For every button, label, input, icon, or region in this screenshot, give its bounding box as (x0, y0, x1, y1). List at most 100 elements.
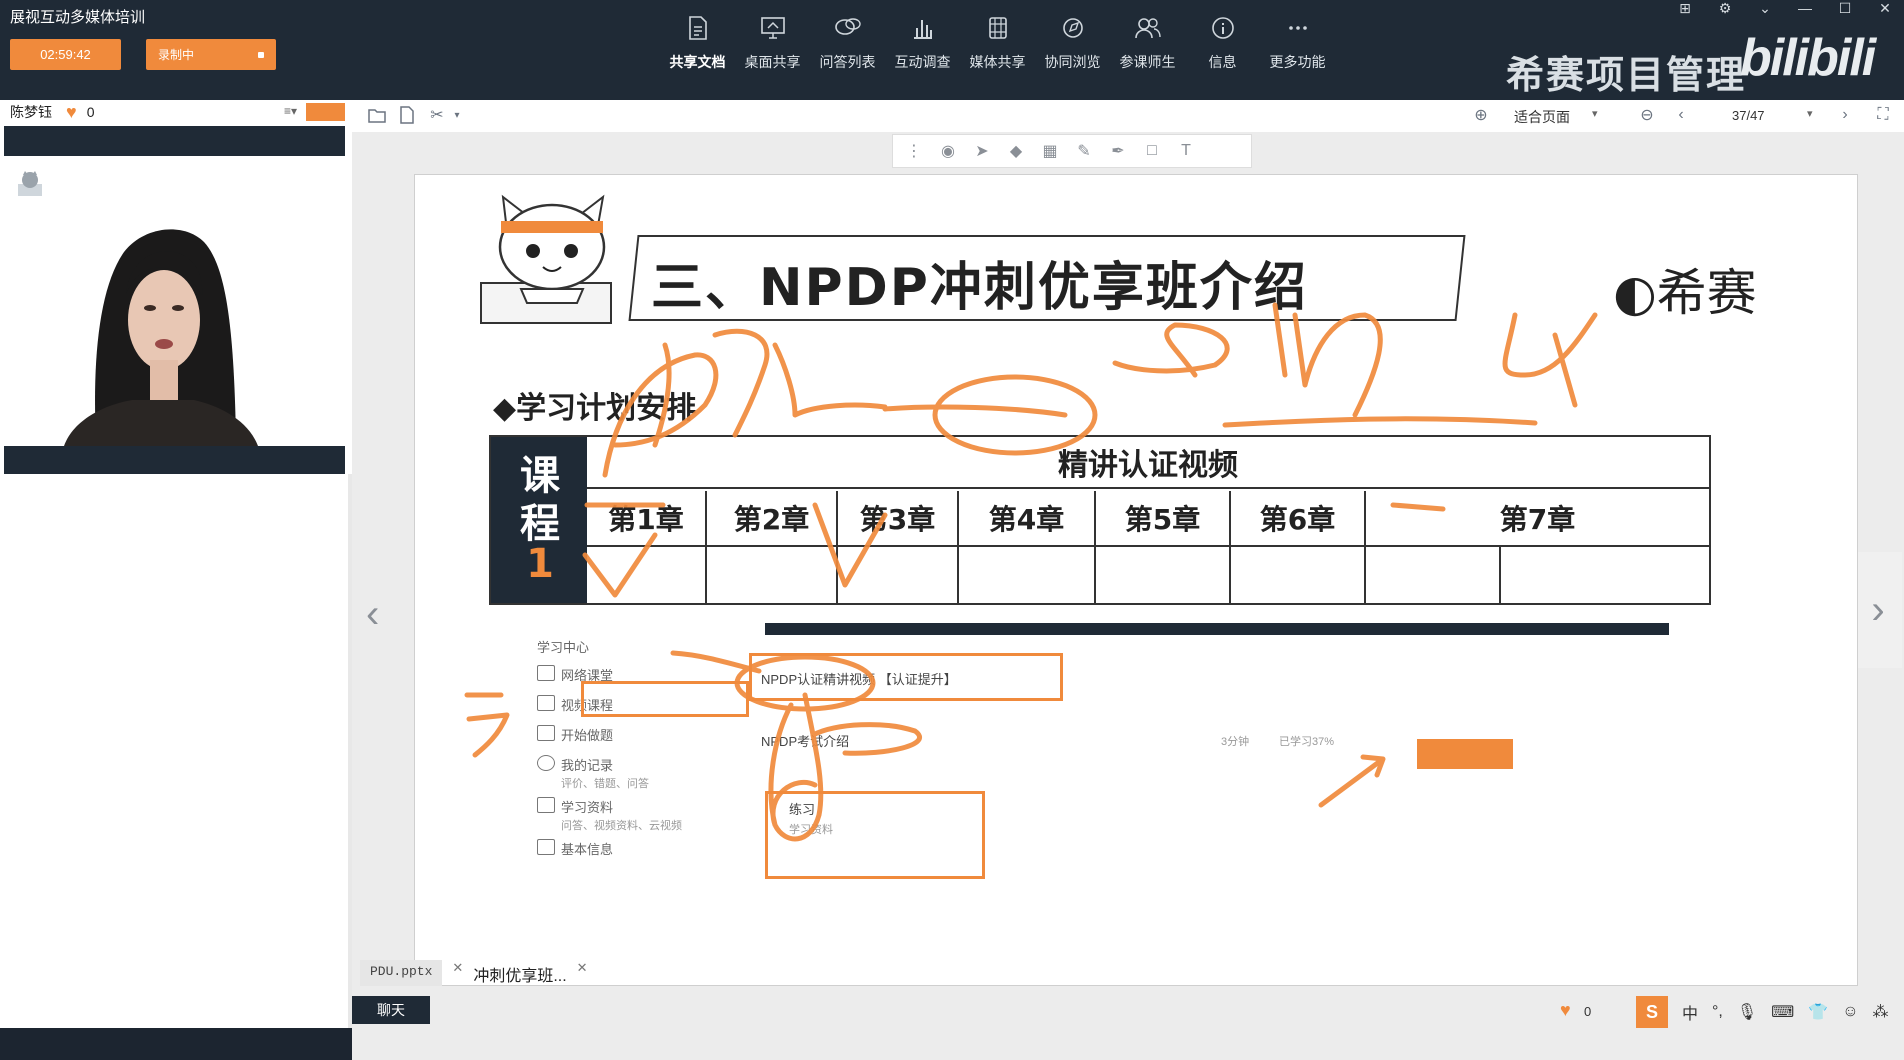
eraser-icon[interactable]: ◆ (1005, 140, 1027, 162)
course-table: 课 程 1 精讲认证视频 第1章 第2章 第3章 第4章 第5章 第6章 第7章 (489, 435, 1711, 605)
toolbar-label: 更多功能 (1269, 54, 1326, 70)
table-cell (587, 547, 707, 603)
menu-icon[interactable]: ≡▾ (284, 104, 297, 118)
toolbar-participants[interactable]: 参课师生 (1110, 14, 1185, 80)
minimize-icon[interactable]: — (1794, 0, 1816, 18)
qa-icon (834, 14, 862, 42)
chapter-cell: 第6章 (1231, 491, 1366, 547)
punctuation-icon[interactable]: °, (1712, 1003, 1723, 1021)
toolbar-survey[interactable]: 互动调查 (885, 14, 960, 80)
toolbar-co-browse[interactable]: 协同浏览 (1035, 14, 1110, 80)
toolbar-desktop-share[interactable]: 桌面共享 (735, 14, 810, 80)
stop-icon (258, 51, 264, 58)
embed-menu-sub: 问答、视频资料、云视频 (561, 820, 682, 832)
rectangle-icon[interactable]: □ (1141, 140, 1163, 162)
status-badge[interactable] (306, 103, 345, 121)
file-tabs: PDU.pptx ✕ 冲刺优享班... ✕ (360, 960, 588, 986)
table-cell (838, 547, 959, 603)
file-icon[interactable] (396, 104, 418, 126)
toolbar-label: 信息 (1208, 54, 1237, 70)
chapter-cell: 第5章 (1096, 491, 1231, 547)
record-button[interactable]: 录制中 (146, 39, 276, 70)
prev-slide-arrow[interactable]: ‹ (366, 592, 379, 637)
toolbar-more[interactable]: 更多功能 (1260, 14, 1335, 80)
fit-page-select[interactable]: 适合页面 (1514, 107, 1570, 127)
document-icon (684, 14, 712, 42)
toolbar-info[interactable]: 信息 (1185, 14, 1260, 80)
toolbar-label: 互动调查 (894, 54, 951, 70)
drag-handle-icon[interactable]: ⋮ (903, 140, 925, 162)
watermark-text: 希赛项目管理 (1506, 55, 1747, 97)
highlighter-icon[interactable]: ✎ (1073, 140, 1095, 162)
prev-page-icon[interactable]: ‹ (1670, 104, 1692, 126)
info-icon (1209, 14, 1237, 42)
skin-icon[interactable]: 👕 (1808, 1002, 1828, 1022)
cat-mascot-icon (16, 170, 44, 198)
toolbar-share-document[interactable]: 共享文档 (660, 14, 735, 80)
chapter-cell: 第2章 (707, 491, 838, 547)
scissors-icon[interactable]: ✂ (426, 104, 448, 126)
heart-icon[interactable]: ♥ (1560, 1000, 1571, 1021)
fullscreen-icon[interactable]: ⛶ (1872, 104, 1894, 126)
sogou-ime-icon[interactable]: S (1636, 996, 1668, 1028)
survey-icon (909, 14, 937, 42)
table-cell (1231, 547, 1366, 603)
ime-mode[interactable]: 中 (1682, 1000, 1698, 1024)
heart-icon[interactable]: ♥ (66, 102, 77, 123)
presenter-video (4, 156, 345, 446)
maximize-icon[interactable]: ☐ (1834, 0, 1856, 18)
apps-icon[interactable]: ⁂ (1873, 1002, 1889, 1022)
gear-icon[interactable]: ⚙ (1714, 0, 1736, 18)
presenter-name: 陈梦钰 (10, 104, 52, 120)
microphone-icon[interactable]: 🎙 (1737, 1002, 1757, 1022)
system-tray: S 中 °, 🎙 ⌨ 👕 ☺ ⁂ (1636, 996, 1889, 1028)
chevron-down-icon[interactable]: ▾ (1807, 107, 1813, 120)
toolbar-media-share[interactable]: 媒体共享 (960, 14, 1035, 80)
chapter-cell: 第4章 (959, 491, 1096, 547)
toolbar-label: 桌面共享 (744, 54, 801, 70)
text-tool-icon[interactable]: T (1175, 140, 1197, 162)
next-page-icon[interactable]: › (1834, 104, 1856, 126)
brand-logo-mark: ◐ (1613, 264, 1657, 322)
file-tab[interactable]: 冲刺优享班... (473, 960, 566, 986)
table-cell (1096, 547, 1231, 603)
next-slide-arrow[interactable]: › (1854, 552, 1902, 668)
pen-icon[interactable]: ✒ (1107, 140, 1129, 162)
cursor-icon[interactable]: ➤ (971, 140, 993, 162)
toolbar-qa-list[interactable]: 问答列表 (810, 14, 885, 80)
collapse-icon[interactable]: ⌄ (1754, 0, 1776, 18)
add-circle-icon[interactable]: ⊕ (1470, 104, 1492, 126)
close-icon[interactable]: ✕ (1874, 0, 1896, 18)
window-controls: ⊞ ⚙ ⌄ — ☐ ✕ (1674, 0, 1896, 18)
chat-button[interactable]: 聊天 (352, 996, 430, 1024)
chevron-down-icon[interactable]: ▾ (1592, 107, 1598, 120)
media-icon (984, 14, 1012, 42)
layout-icon[interactable]: ⊞ (1674, 0, 1696, 18)
video-footer-bar (4, 446, 345, 474)
monitor-icon (537, 695, 555, 711)
file-tab[interactable]: PDU.pptx (360, 960, 443, 986)
presenter-header: 陈梦钰 ♥ 0 (0, 100, 352, 124)
course-label-cell: 课 程 1 (491, 437, 587, 603)
page-number[interactable]: 37/47 (1732, 108, 1765, 123)
toolbar-label: 协同浏览 (1044, 54, 1101, 70)
table-cell (1366, 547, 1501, 603)
chevron-down-icon[interactable]: ▾ (446, 104, 468, 126)
highlight-box (581, 681, 749, 717)
clear-icon[interactable]: ▦ (1039, 140, 1061, 162)
embed-practice: 练习 (789, 802, 816, 817)
close-icon[interactable]: ✕ (577, 960, 588, 986)
laser-pointer-icon[interactable]: ◉ (937, 140, 959, 162)
timer-button[interactable]: 02:59:42 (10, 39, 121, 70)
toolbar-label: 问答列表 (819, 54, 876, 70)
users-icon (1134, 14, 1162, 42)
folder-icon[interactable] (366, 104, 388, 126)
keyboard-icon[interactable]: ⌨ (1771, 1002, 1794, 1022)
app-title: 展视互动多媒体培训 (10, 9, 146, 26)
slide: 三、NPDP冲刺优享班介绍 ◐希赛 ◆学习计划安排 课 程 1 精讲认证视频 第… (414, 174, 1858, 986)
robot-icon[interactable]: ☺ (1842, 1003, 1858, 1021)
video-icon (537, 665, 555, 681)
zoom-out-icon[interactable]: ⊖ (1636, 104, 1658, 126)
close-icon[interactable]: ✕ (452, 960, 463, 986)
left-panel: 陈梦钰 ♥ 0 ≡▾ (0, 100, 354, 1028)
